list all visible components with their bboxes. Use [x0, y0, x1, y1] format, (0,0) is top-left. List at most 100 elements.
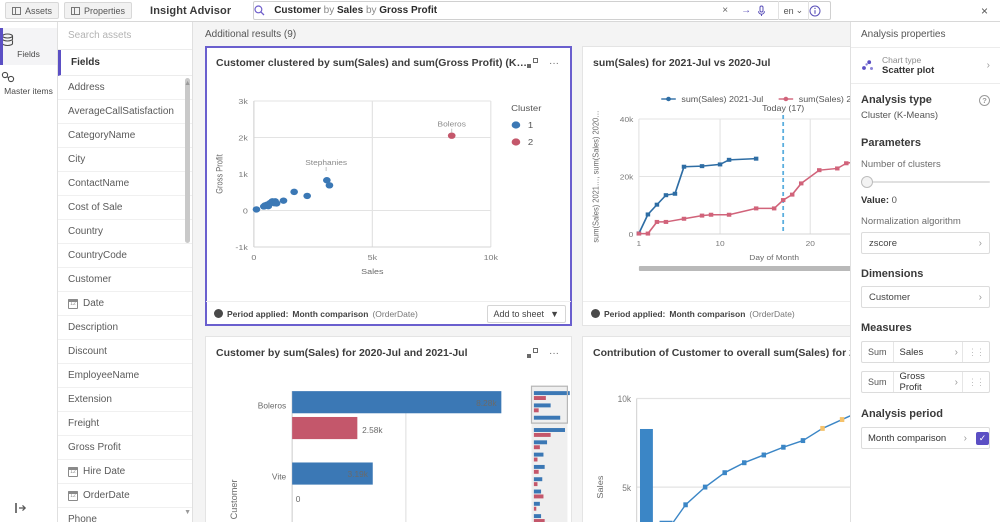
field-item[interactable]: Cost of Sale [58, 196, 192, 220]
analysis-period-row[interactable]: Month comparison › ✓ [861, 427, 990, 449]
svg-text:Vite: Vite [272, 472, 287, 482]
dimension-customer[interactable]: Customer › [861, 286, 990, 308]
field-label: Phone [68, 514, 97, 522]
measure-sales[interactable]: Sum Sales › ⋮⋮ [861, 341, 990, 363]
scroll-down-icon[interactable]: ▼ [184, 509, 191, 516]
normalization-select[interactable]: zscore › [861, 232, 990, 254]
assets-toggle-button[interactable]: Assets [5, 2, 60, 19]
period-applied: Period applied: Month comparison (OrderD… [590, 308, 795, 319]
calendar-icon: 12 [68, 490, 78, 501]
field-item[interactable]: ContactName [58, 172, 192, 196]
sidebar-item-master-items[interactable]: Master items [0, 65, 57, 102]
normalization-label: Normalization algorithm [861, 216, 961, 227]
chevron-right-icon[interactable]: › [960, 428, 971, 448]
result-card-bar[interactable]: Customer by sum(Sales) for 2020-Jul and … [205, 336, 572, 522]
result-card-line[interactable]: sum(Sales) for 2021-Jul vs 2020-Jul ··· … [581, 46, 850, 326]
scatter-chart[interactable]: -1k 0 1k 2k 3k 0 5k 10k Sales Gross Profit Boleros… [206, 79, 571, 301]
bar-chart[interactable]: Boleros8.28k2.58kVite3.19k0Stephanies3.1… [206, 369, 571, 522]
field-label: Date [83, 298, 105, 309]
field-item[interactable]: Gross Profit [58, 436, 192, 460]
results-header: Additional results (9) [205, 28, 297, 40]
search-assets-row[interactable] [58, 22, 192, 50]
field-item[interactable]: Freight [58, 412, 192, 436]
field-label: Cost of Sale [68, 202, 123, 213]
period-applied-value: Month comparison [292, 308, 369, 319]
field-item[interactable]: Extension [58, 388, 192, 412]
field-label: Freight [68, 418, 100, 429]
field-item[interactable]: EmployeeName [58, 364, 192, 388]
analysis-type-label: Analysis type [861, 94, 932, 106]
clock-icon [590, 309, 600, 318]
card-menu-icon[interactable]: ··· [545, 348, 563, 359]
field-item[interactable]: Phone [58, 508, 192, 522]
drag-handle-icon[interactable]: ⋮⋮ [962, 372, 989, 392]
slider-knob[interactable] [861, 176, 873, 188]
field-item[interactable]: 12 OrderDate [58, 484, 192, 508]
info-icon[interactable] [809, 5, 830, 17]
add-to-sheet-button[interactable]: Add to sheet ▼ [486, 304, 566, 323]
svg-text:0: 0 [251, 254, 256, 262]
field-item[interactable]: Country [58, 220, 192, 244]
svg-text:2.58k: 2.58k [362, 425, 383, 435]
assets-scrollbar-thumb[interactable] [185, 78, 190, 243]
svg-text:10k: 10k [618, 394, 632, 404]
field-list[interactable]: Address AverageCallSatisfaction CategoryNa… [58, 76, 192, 522]
result-card-scatter[interactable]: Customer clustered by sum(Sales) and sum… [205, 46, 572, 326]
expand-icon[interactable] [526, 57, 545, 69]
svg-text:Today (17): Today (17) [762, 103, 804, 112]
scroll-up-icon[interactable]: ▲ [184, 80, 191, 87]
expand-icon[interactable] [526, 347, 545, 359]
collapse-panel-icon[interactable] [14, 502, 57, 514]
search-icon [254, 5, 274, 16]
line-chart[interactable]: sum(Sales) 2021-Jul sum(Sales) 2020-Jul 0 2… [583, 79, 850, 301]
field-item[interactable]: Address [58, 76, 192, 100]
drag-handle-icon[interactable]: ⋮⋮ [962, 342, 989, 362]
period-applied-label: Period applied: [603, 308, 666, 319]
field-item[interactable]: City [58, 148, 192, 172]
period-applied-field: (OrderDate) [749, 308, 795, 319]
field-item[interactable]: CategoryName [58, 124, 192, 148]
help-icon[interactable]: ? [979, 94, 990, 106]
result-card-pareto[interactable]: Contribution of Customer to overall sum(… [581, 336, 850, 522]
close-icon[interactable]: × [981, 4, 988, 18]
language-selector[interactable]: en ⌄ [779, 5, 809, 16]
clusters-value-row: Value: 0 [851, 193, 1000, 210]
card-title: Customer clustered by sum(Sales) and sum… [216, 57, 527, 69]
chevron-right-icon[interactable]: › [951, 342, 962, 362]
query-token-gross-profit: Gross Profit [379, 5, 438, 16]
clusters-slider[interactable] [861, 176, 990, 188]
properties-toggle-button[interactable]: Properties [64, 2, 133, 19]
sidebar-item-fields[interactable]: Fields [0, 28, 57, 65]
measure-gross-profit[interactable]: Sum Gross Profit › ⋮⋮ [861, 371, 990, 393]
chevron-right-icon[interactable]: › [951, 372, 962, 392]
field-item[interactable]: 12 Date [58, 292, 192, 316]
card-header: Customer by sum(Sales) for 2020-Jul and … [206, 337, 571, 369]
rail-footer [0, 502, 57, 522]
measure-name: Sales [899, 346, 924, 358]
svg-text:Cluster: Cluster [511, 104, 541, 113]
svg-text:Day of Month: Day of Month [749, 253, 799, 261]
period-enabled-checkbox[interactable]: ✓ [976, 431, 989, 445]
card-title: Customer by sum(Sales) for 2020-Jul and … [216, 347, 468, 359]
clear-search-icon[interactable]: × [715, 5, 736, 16]
card-menu-icon[interactable]: ··· [545, 58, 563, 69]
field-item[interactable]: 12 Hire Date [58, 460, 192, 484]
search-query[interactable]: Customer by Sales by Gross Profit [274, 5, 714, 16]
field-item[interactable]: Customer [58, 268, 192, 292]
field-label: OrderDate [83, 490, 130, 501]
field-item[interactable]: Discount [58, 340, 192, 364]
chart-type-texts: Chart type Scatter plot [882, 55, 934, 76]
microphone-icon[interactable] [757, 5, 778, 17]
analysis-type-value: Cluster (K-Means) [861, 110, 939, 121]
svg-text:10: 10 [715, 239, 725, 247]
pareto-chart[interactable]: 05k10k20.00%40.00%60.00%80.00%100.00%20.… [583, 369, 850, 522]
search-bar[interactable]: Customer by Sales by Gross Profit × → en… [253, 1, 832, 20]
chart-type-row[interactable]: Chart type Scatter plot › [851, 48, 1000, 84]
submit-search-icon[interactable]: → [736, 5, 757, 16]
field-item[interactable]: AverageCallSatisfaction [58, 100, 192, 124]
search-assets-input[interactable] [68, 30, 182, 41]
assets-scrollbar[interactable] [185, 78, 190, 502]
field-item[interactable]: Description [58, 316, 192, 340]
left-rail: Fields Master items [0, 22, 58, 522]
field-item[interactable]: CountryCode [58, 244, 192, 268]
